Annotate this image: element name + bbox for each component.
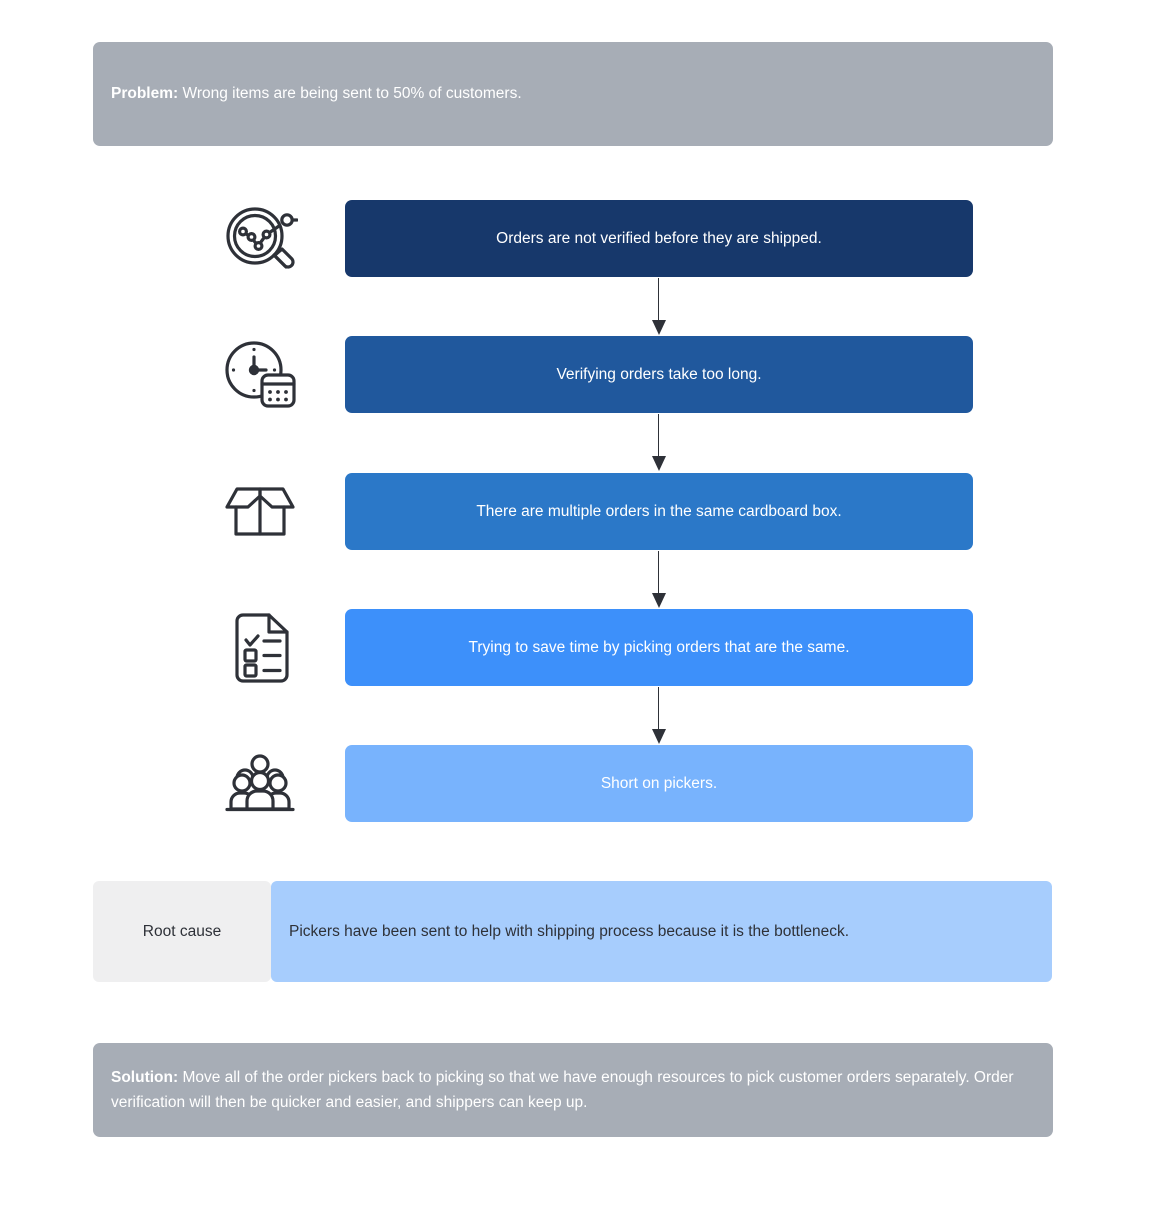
rootcause-diagram-canvas: Problem: Wrong items are being sent to 5…: [0, 0, 1164, 1220]
flow-arrow-1: [652, 278, 666, 335]
arrow-head-icon: [652, 593, 666, 608]
root-cause-box[interactable]: Pickers have been sent to help with ship…: [271, 881, 1052, 982]
root-cause-text: Pickers have been sent to help with ship…: [289, 922, 850, 940]
checklist-document-icon: [218, 611, 302, 685]
people-group-icon: [218, 747, 302, 821]
problem-banner: Problem: Wrong items are being sent to 5…: [93, 42, 1053, 146]
flow-box-3[interactable]: There are multiple orders in the same ca…: [345, 473, 973, 550]
problem-body: Wrong items are being sent to 50% of cus…: [178, 85, 522, 102]
flow-row-2: Verifying orders take too long.: [0, 336, 1164, 413]
solution-body: Move all of the order pickers back to pi…: [111, 1069, 1014, 1111]
flow-box-2[interactable]: Verifying orders take too long.: [345, 336, 973, 413]
flow-box-1[interactable]: Orders are not verified before they are …: [345, 200, 973, 277]
arrow-head-icon: [652, 729, 666, 744]
flow-box-4-label: Trying to save time by picking orders th…: [468, 638, 850, 656]
flow-box-2-label: Verifying orders take too long.: [556, 365, 762, 383]
problem-label: Problem:: [111, 85, 179, 102]
open-box-icon: [218, 475, 302, 549]
flow-box-4[interactable]: Trying to save time by picking orders th…: [345, 609, 973, 686]
arrow-stem: [658, 278, 660, 320]
arrow-stem: [658, 414, 660, 456]
clock-calendar-icon: [218, 338, 302, 412]
flow-arrow-3: [652, 551, 666, 608]
flow-arrow-2: [652, 414, 666, 471]
flow-box-1-label: Orders are not verified before they are …: [496, 229, 822, 247]
arrow-head-icon: [652, 456, 666, 471]
flow-box-3-label: There are multiple orders in the same ca…: [476, 502, 842, 520]
flow-arrow-4: [652, 687, 666, 744]
arrow-stem: [658, 551, 660, 593]
solution-banner: Solution: Move all of the order pickers …: [93, 1043, 1053, 1137]
root-cause-label: Root cause: [93, 881, 271, 982]
root-cause-label-text: Root cause: [142, 922, 222, 940]
magnifier-chart-icon: [218, 202, 302, 276]
arrow-head-icon: [652, 320, 666, 335]
solution-text: Solution: Move all of the order pickers …: [111, 1065, 1035, 1115]
solution-label: Solution:: [111, 1069, 179, 1086]
arrow-stem: [658, 687, 660, 729]
flow-row-4: Trying to save time by picking orders th…: [0, 609, 1164, 686]
flow-row-3: There are multiple orders in the same ca…: [0, 473, 1164, 550]
flow-box-5-label: Short on pickers.: [600, 774, 718, 792]
flow-box-5[interactable]: Short on pickers.: [345, 745, 973, 822]
flow-row-5: Short on pickers.: [0, 745, 1164, 822]
problem-text: Problem: Wrong items are being sent to 5…: [111, 85, 522, 103]
flow-row-1: Orders are not verified before they are …: [0, 200, 1164, 277]
